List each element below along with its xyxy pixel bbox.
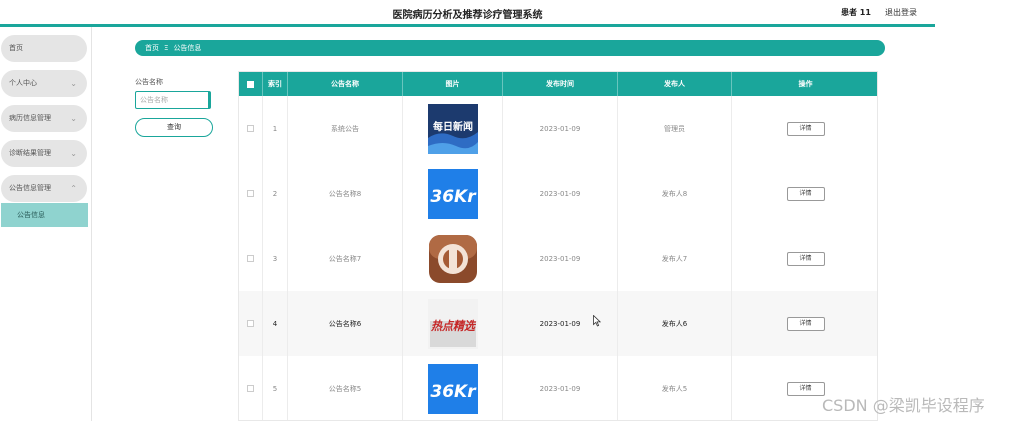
row-image-cell: 每日新闻 [403,96,503,161]
row-action-cell: 详情 [732,291,877,356]
row-checkbox[interactable] [247,385,254,392]
row-name: 公告名称6 [288,291,403,356]
header-publisher: 发布人 [618,72,732,96]
sidebar-item-personal-center[interactable]: 个人中心 ⌄ [1,70,87,97]
header-image: 图片 [403,72,503,96]
app-title: 医院病历分析及推荐诊疗管理系统 [392,10,543,21]
row-time: 2023-01-09 [503,356,618,420]
sidebar-item-label: 首页 [9,44,23,52]
table-row: 5 公告名称5 36Kr 2023-01-09 发布人5 详情 [239,356,877,420]
hot-picks-image: 热点精选 [427,298,478,349]
row-publisher: 发布人8 [618,161,732,226]
detail-button[interactable]: 详情 [786,121,825,136]
thumbnail-text: 36Kr [430,187,477,207]
sidebar-subitem-announcement-info[interactable]: 公告信息 [1,203,88,227]
row-publisher: 发布人5 [618,356,732,420]
watermark: CSDN @梁凯毕设程序 [822,396,985,415]
table-row: 2 公告名称8 36Kr 2023-01-09 发布人8 详情 [239,161,877,227]
row-checkbox[interactable] [247,320,254,327]
header-time: 发布时间 [503,72,618,96]
announcement-table: 索引 公告名称 图片 发布时间 发布人 操作 1 系统公告 每日新闻 2023-… [238,71,878,421]
sidebar-item-label: 公告信息管理 [9,184,51,192]
sidebar-item-announcements[interactable]: 公告信息管理 ⌃ [1,175,87,202]
chevron-down-icon: ⌄ [70,114,77,123]
header-name: 公告名称 [288,72,403,96]
header-checkbox-cell [239,72,263,96]
sidebar-item-label: 诊断结果管理 [9,149,51,157]
detail-button[interactable]: 详情 [786,381,825,396]
row-publisher: 管理员 [618,96,732,161]
row-action-cell: 详情 [732,226,877,291]
36kr-logo-image: 36Kr [427,363,478,414]
header-action: 操作 [798,80,813,88]
detail-button[interactable]: 详情 [786,186,825,201]
row-publisher: 发布人6 [618,291,732,356]
thumbnail-text: 每日新闻 [433,120,473,133]
sidebar-subitem-label: 公告信息 [17,211,45,219]
current-user: 患者 11 [841,8,871,17]
sidebar-item-home[interactable]: 首页 [1,35,87,62]
sidebar-item-label: 个人中心 [9,79,37,87]
row-index: 5 [263,356,288,420]
row-name: 系统公告 [288,96,403,161]
row-index: 4 [263,291,288,356]
app-icon-image [428,234,477,283]
row-checkbox-cell [239,96,263,161]
sidebar-item-diagnosis[interactable]: 诊断结果管理 ⌄ [1,140,87,167]
row-name: 公告名称7 [288,226,403,291]
row-checkbox-cell [239,226,263,291]
breadcrumb-home[interactable]: 首页 [145,40,159,56]
breadcrumb-separator: Ξ [164,44,169,52]
select-all-checkbox[interactable] [247,80,254,88]
table-row: 3 公告名称7 2023-01-09 发布人7 详情 [239,226,877,292]
detail-button[interactable]: 详情 [786,251,825,266]
row-publisher: 发布人7 [618,226,732,291]
row-action-cell: 详情 [732,161,877,226]
chevron-down-icon: ⌄ [70,79,77,88]
sidebar: 首页 个人中心 ⌄ 病历信息管理 ⌄ 诊断结果管理 ⌄ 公告信息管理 ⌃ 公告信… [0,27,92,421]
sidebar-item-label: 病历信息管理 [9,114,51,122]
row-image-cell: 36Kr [403,356,503,420]
news-thumbnail-image: 每日新闻 [427,103,478,154]
row-time: 2023-01-09 [503,226,618,291]
mouse-cursor-icon [593,315,601,327]
row-name: 公告名称5 [288,356,403,420]
row-action-cell: 详情 [732,96,877,161]
row-image-cell: 热点精选 [403,291,503,356]
breadcrumb-current: 公告信息 [173,44,202,52]
thumbnail-text: 热点精选 [430,319,477,333]
36kr-logo-image: 36Kr [427,168,478,219]
row-image-cell [403,226,503,291]
table-header: 索引 公告名称 图片 发布时间 发布人 操作 [239,72,877,96]
row-name: 公告名称8 [288,161,403,226]
row-index: 2 [263,161,288,226]
row-image-cell: 36Kr [403,161,503,226]
row-index: 3 [263,226,288,291]
thumbnail-text: 36Kr [430,382,477,402]
filter-label: 公告名称 [135,78,163,86]
row-time: 2023-01-09 [503,96,618,161]
row-checkbox[interactable] [247,125,254,132]
row-checkbox[interactable] [247,190,254,197]
breadcrumb: 首页 Ξ 公告信息 [135,40,885,56]
row-checkbox-cell [239,161,263,226]
announcement-name-input[interactable] [135,91,211,109]
row-time: 2023-01-09 [503,161,618,226]
top-header: 医院病历分析及推荐诊疗管理系统 患者 11 退出登录 [0,0,935,27]
chevron-up-icon: ⌃ [70,184,77,193]
table-row: 4 公告名称6 热点精选 2023-01-09 发布人6 详情 [239,291,877,357]
row-index: 1 [263,96,288,161]
sidebar-item-records[interactable]: 病历信息管理 ⌄ [1,105,87,132]
chevron-down-icon: ⌄ [70,149,77,158]
logout-link[interactable]: 退出登录 [885,7,917,18]
table-row: 1 系统公告 每日新闻 2023-01-09 管理员 详情 [239,96,877,162]
search-button[interactable]: 查询 [135,118,213,137]
detail-button[interactable]: 详情 [786,316,825,331]
header-index: 索引 [263,72,288,96]
row-checkbox[interactable] [247,255,254,262]
row-checkbox-cell [239,356,263,420]
row-checkbox-cell [239,291,263,356]
